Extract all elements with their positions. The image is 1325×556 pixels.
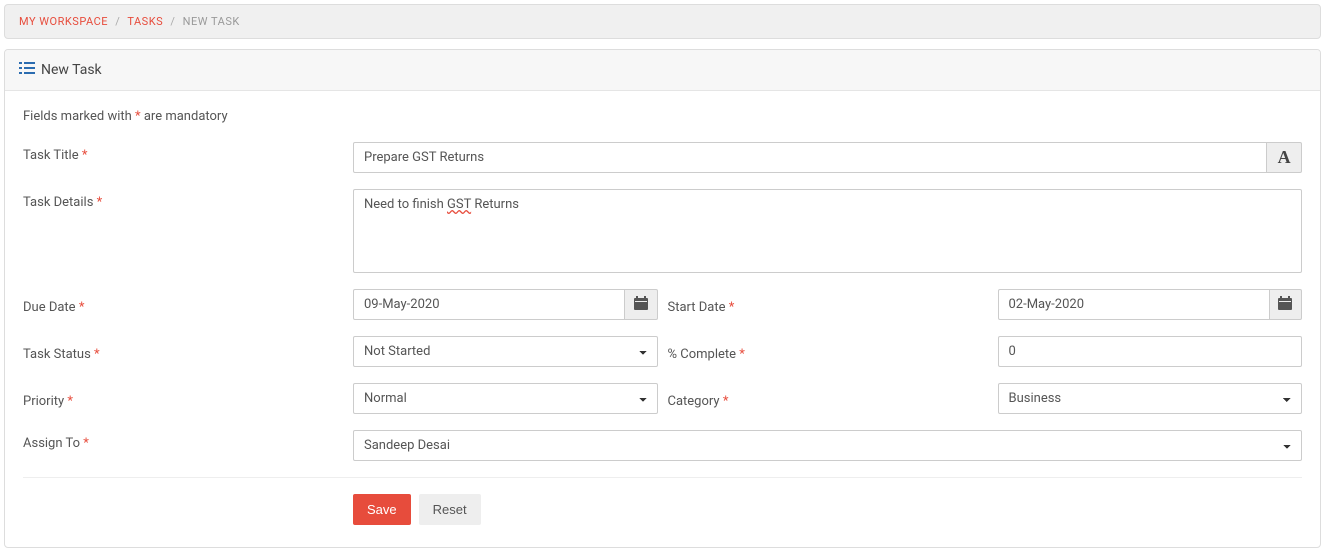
start-date-label: Start Date *: [668, 294, 988, 315]
assign-to-label: Assign To *: [23, 430, 343, 451]
percent-complete-input[interactable]: [998, 336, 1303, 367]
percent-complete-label: % Complete *: [668, 341, 988, 362]
font-icon: A: [1278, 147, 1291, 168]
task-details-label: Task Details *: [23, 189, 343, 210]
priority-label: Priority *: [23, 388, 343, 409]
start-date-input[interactable]: [998, 289, 1270, 320]
task-details-textarea[interactable]: Need to finish GST Returns: [353, 189, 1302, 273]
due-date-input[interactable]: [353, 289, 625, 320]
due-date-label: Due Date *: [23, 294, 343, 315]
assign-to-select[interactable]: Sandeep Desai: [353, 430, 1302, 461]
calendar-icon: [634, 296, 648, 314]
reset-button[interactable]: Reset: [419, 494, 481, 525]
category-label: Category *: [668, 388, 988, 409]
panel-header: New Task: [5, 50, 1320, 91]
task-title-label: Task Title *: [23, 142, 343, 163]
start-date-picker-button[interactable]: [1270, 289, 1302, 320]
panel-title: New Task: [41, 62, 102, 78]
mandatory-note: Fields marked with * are mandatory: [23, 109, 1302, 124]
divider: [23, 477, 1302, 478]
new-task-panel: New Task Fields marked with * are mandat…: [4, 49, 1321, 548]
breadcrumb-current: NEW TASK: [183, 15, 240, 28]
task-title-input[interactable]: [353, 142, 1267, 173]
due-date-picker-button[interactable]: [625, 289, 657, 320]
breadcrumb: MY WORKSPACE / TASKS / NEW TASK: [4, 4, 1321, 39]
task-status-label: Task Status *: [23, 341, 343, 362]
list-icon: [19, 60, 35, 80]
category-select[interactable]: Business: [998, 383, 1303, 414]
breadcrumb-tasks[interactable]: TASKS: [127, 15, 163, 28]
breadcrumb-separator: /: [170, 15, 175, 28]
save-button[interactable]: Save: [353, 494, 411, 525]
font-format-button[interactable]: A: [1267, 142, 1302, 173]
task-status-select[interactable]: Not Started: [353, 336, 658, 367]
priority-select[interactable]: Normal: [353, 383, 658, 414]
breadcrumb-my-workspace[interactable]: MY WORKSPACE: [19, 15, 108, 28]
calendar-icon: [1278, 296, 1292, 314]
breadcrumb-separator: /: [115, 15, 120, 28]
